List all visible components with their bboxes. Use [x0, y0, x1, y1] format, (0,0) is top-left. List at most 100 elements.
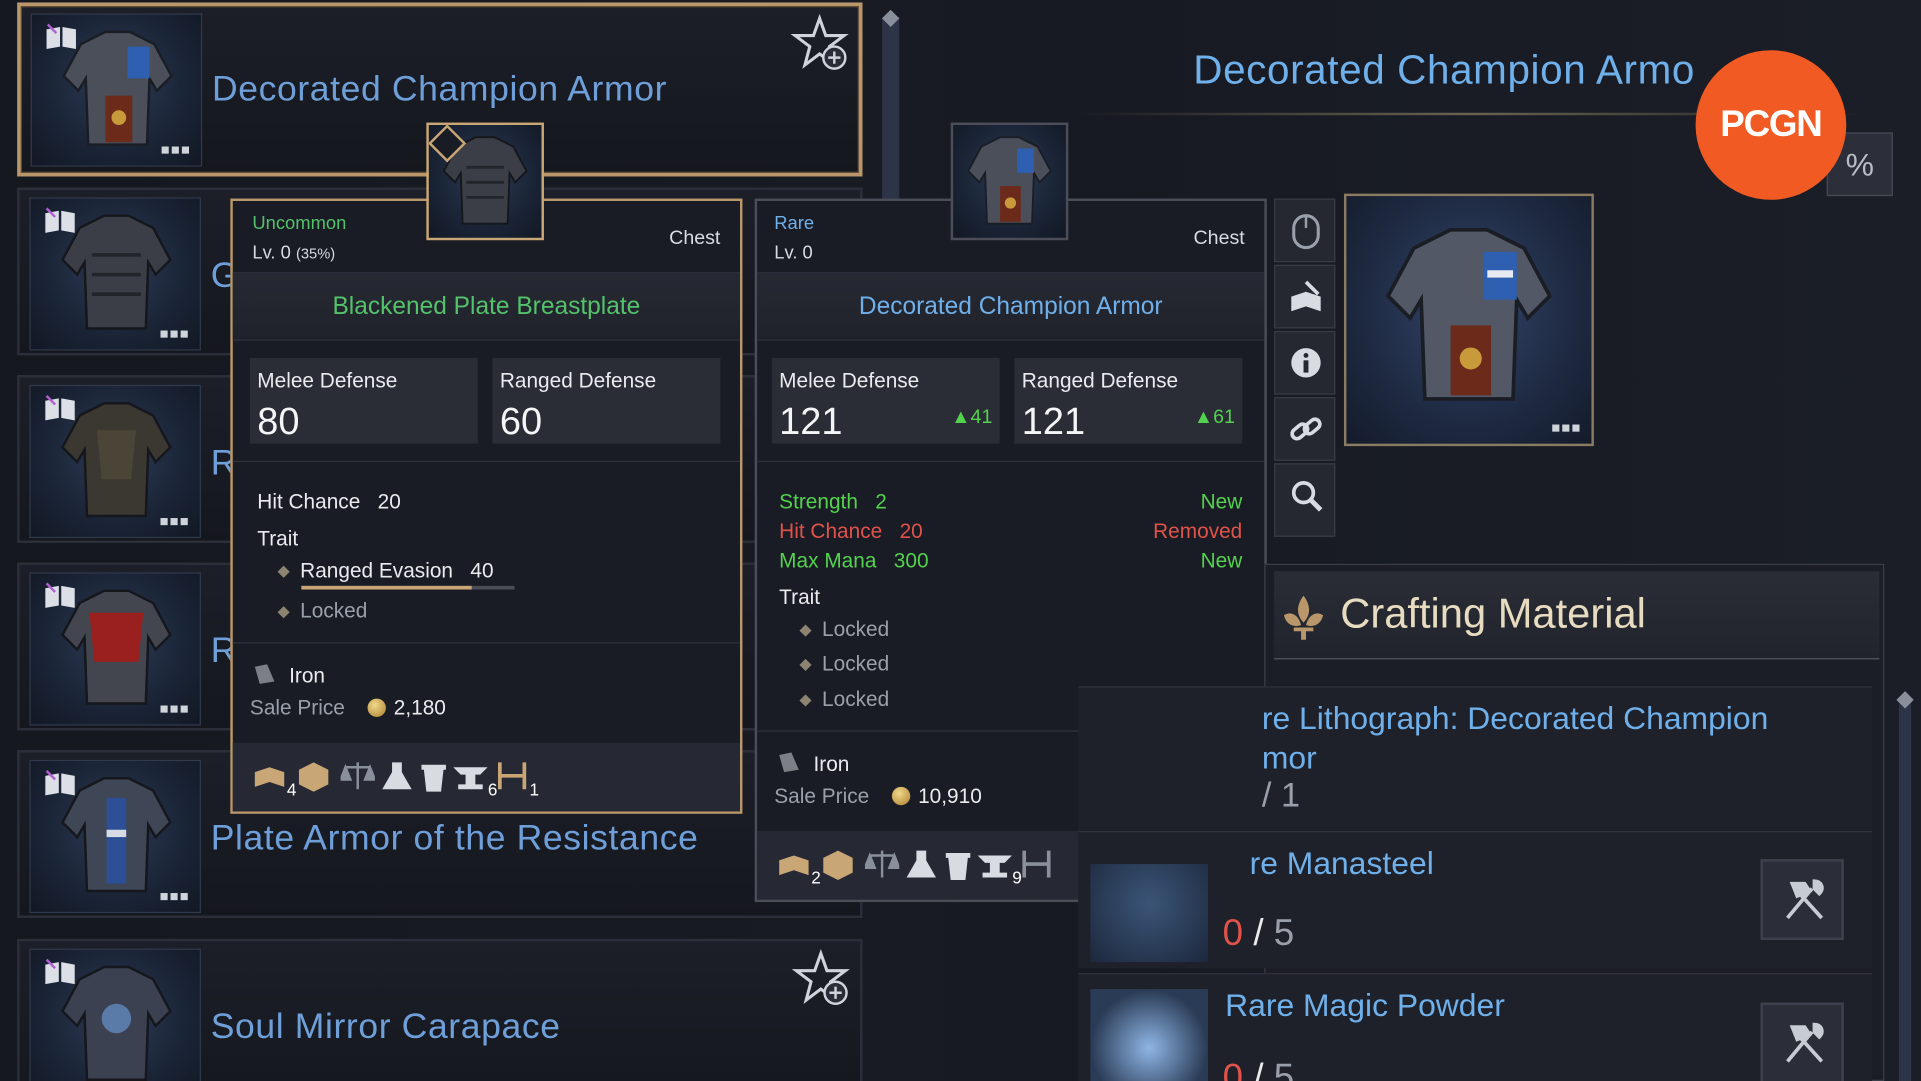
gold-coin-icon: [368, 698, 387, 717]
material-label: Iron: [777, 750, 849, 777]
equipped-item-icon: [426, 122, 544, 241]
link-button[interactable]: [1274, 397, 1336, 461]
sale-price: Sale Price 10,910: [774, 784, 982, 808]
material-row[interactable]: Rare Magic Powder 0 / 5: [1078, 973, 1872, 1081]
material-row[interactable]: re Manasteel 0 / 5: [1078, 830, 1872, 969]
crafting-title: Crafting Material: [1340, 590, 1646, 638]
item-preview-image: ■■■: [1343, 193, 1594, 447]
item-thumbnail: [29, 948, 201, 1081]
hammer-wrench-icon: [1786, 879, 1824, 920]
trash-icon[interactable]: [417, 760, 451, 792]
quality-dots: ■■■: [159, 324, 190, 342]
anvil-icon[interactable]: 9: [977, 848, 1022, 887]
iron-ingot-icon: [779, 752, 799, 773]
list-item[interactable]: Soul Mirror Carapace: [17, 938, 863, 1081]
book-craft-icon[interactable]: 2: [777, 848, 821, 887]
divider: [232, 460, 740, 463]
divider: [232, 642, 740, 644]
material-count: 0 / 5: [1222, 1057, 1295, 1081]
item-actions-bar: 4 6 1: [232, 742, 740, 812]
book-icon: [45, 770, 75, 796]
book-icon: [45, 958, 75, 985]
scales-icon[interactable]: [338, 760, 377, 792]
stat-increase: ▲41: [951, 406, 993, 428]
compare-item-icon: [950, 122, 1069, 241]
ranged-defense-stat: Ranged Defense 121 ▲61: [1014, 357, 1243, 444]
item-name: Plate Armor of the Resistance: [210, 818, 699, 858]
info-button[interactable]: [1274, 330, 1336, 395]
slot-label: Chest: [669, 227, 721, 249]
favorite-star-icon[interactable]: [791, 948, 850, 1008]
dismantle-icon[interactable]: [1019, 848, 1053, 880]
hammer-wrench-icon: [1786, 1022, 1824, 1063]
item-thumbnail: ■■■: [29, 759, 201, 914]
ranged-defense-stat: Ranged Defense 60: [492, 357, 721, 444]
book-craft-icon[interactable]: 4: [252, 760, 296, 799]
book-icon: [45, 395, 75, 421]
material-count: 0 / 5: [1222, 913, 1295, 954]
book-icon: [46, 23, 76, 50]
quality-dots: ■■■: [160, 140, 192, 159]
anvil-icon[interactable]: 6: [453, 760, 497, 799]
box-icon[interactable]: [296, 760, 330, 792]
list-scrollbar[interactable]: [882, 17, 900, 202]
mouse-button[interactable]: [1274, 198, 1336, 263]
iron-ingot-icon: [254, 664, 275, 684]
armor-icon: [967, 136, 1052, 225]
book-icon: [45, 207, 75, 233]
scales-icon[interactable]: [863, 848, 902, 880]
level-label: Lv. 0: [774, 242, 813, 264]
game-inventory-screen: ■■■ Decorated Champion Armor ■■■ G ■■■ R: [0, 0, 1921, 1081]
craft-book-icon: [1291, 280, 1321, 312]
rarity-label: Uncommon: [252, 213, 347, 235]
trait-heading: Trait: [779, 585, 821, 610]
mouse-icon: [1292, 214, 1320, 250]
trash-icon[interactable]: [941, 848, 975, 880]
item-name: Decorated Champion Armor: [211, 69, 668, 110]
material-name-cont: mor: [1261, 739, 1317, 776]
pcgn-watermark-logo: PCGN: [1695, 50, 1847, 200]
favorite-star-icon[interactable]: [790, 13, 849, 72]
trait-ranged-evasion: Ranged Evasion 40: [277, 559, 494, 584]
material-scrollbar[interactable]: [1898, 698, 1912, 1081]
slot-label: Chest: [1193, 227, 1245, 249]
material-name: re Lithograph: Decorated Champion: [1261, 699, 1769, 737]
stat-change-row: Hit Chance 20: [779, 519, 923, 543]
stat-change-row: Max Mana 300: [779, 549, 929, 573]
stat-change-status: Removed: [1153, 519, 1243, 543]
box-icon[interactable]: [821, 848, 855, 880]
divider: [757, 460, 1265, 463]
dismantle-icon[interactable]: 1: [495, 760, 539, 799]
item-name: Soul Mirror Carapace: [210, 1007, 561, 1047]
trait-progress-bar: [301, 585, 515, 590]
magic-powder-icon: [1090, 989, 1208, 1081]
item-thumbnail: ■■■: [29, 572, 201, 726]
quality-dots: ■■■: [159, 699, 190, 717]
craft-hammer-button[interactable]: [1760, 1002, 1844, 1081]
magnify-icon: [1291, 481, 1323, 512]
flask-icon[interactable]: [904, 848, 938, 880]
trait-locked: Locked: [799, 618, 889, 643]
item-thumbnail: ■■■: [29, 197, 201, 351]
item-title: Blackened Plate Breastplate: [232, 272, 740, 341]
quality-dots: ■■■: [1551, 419, 1582, 437]
material-name: Rare Magic Powder: [1225, 986, 1505, 1024]
trait-locked: Locked: [799, 688, 889, 713]
craft-hammer-button[interactable]: [1760, 859, 1844, 941]
manasteel-icon: [1090, 864, 1208, 963]
material-count: / 1: [1261, 775, 1301, 814]
rarity-label: Rare: [774, 213, 815, 235]
material-row[interactable]: re Lithograph: Decorated Champion mor / …: [1078, 686, 1872, 831]
craft-book-button[interactable]: [1274, 264, 1336, 329]
detail-title: Decorated Champion Armo: [1193, 46, 1696, 92]
tooltip-equipped-item: Uncommon Lv. 0 (35%) Chest Blackened Pla…: [230, 198, 743, 814]
item-title: Decorated Champion Armor: [757, 272, 1265, 341]
trait-heading: Trait: [257, 527, 299, 551]
hit-chance-stat: Hit Chance 20: [257, 490, 401, 514]
stat-change-status: New: [1200, 490, 1243, 514]
stat-change-row: Strength 2: [779, 490, 887, 514]
stat-increase: ▲61: [1193, 406, 1235, 428]
armor-icon: [1385, 227, 1553, 401]
magnify-button[interactable]: [1274, 463, 1336, 537]
flask-icon[interactable]: [380, 760, 414, 792]
